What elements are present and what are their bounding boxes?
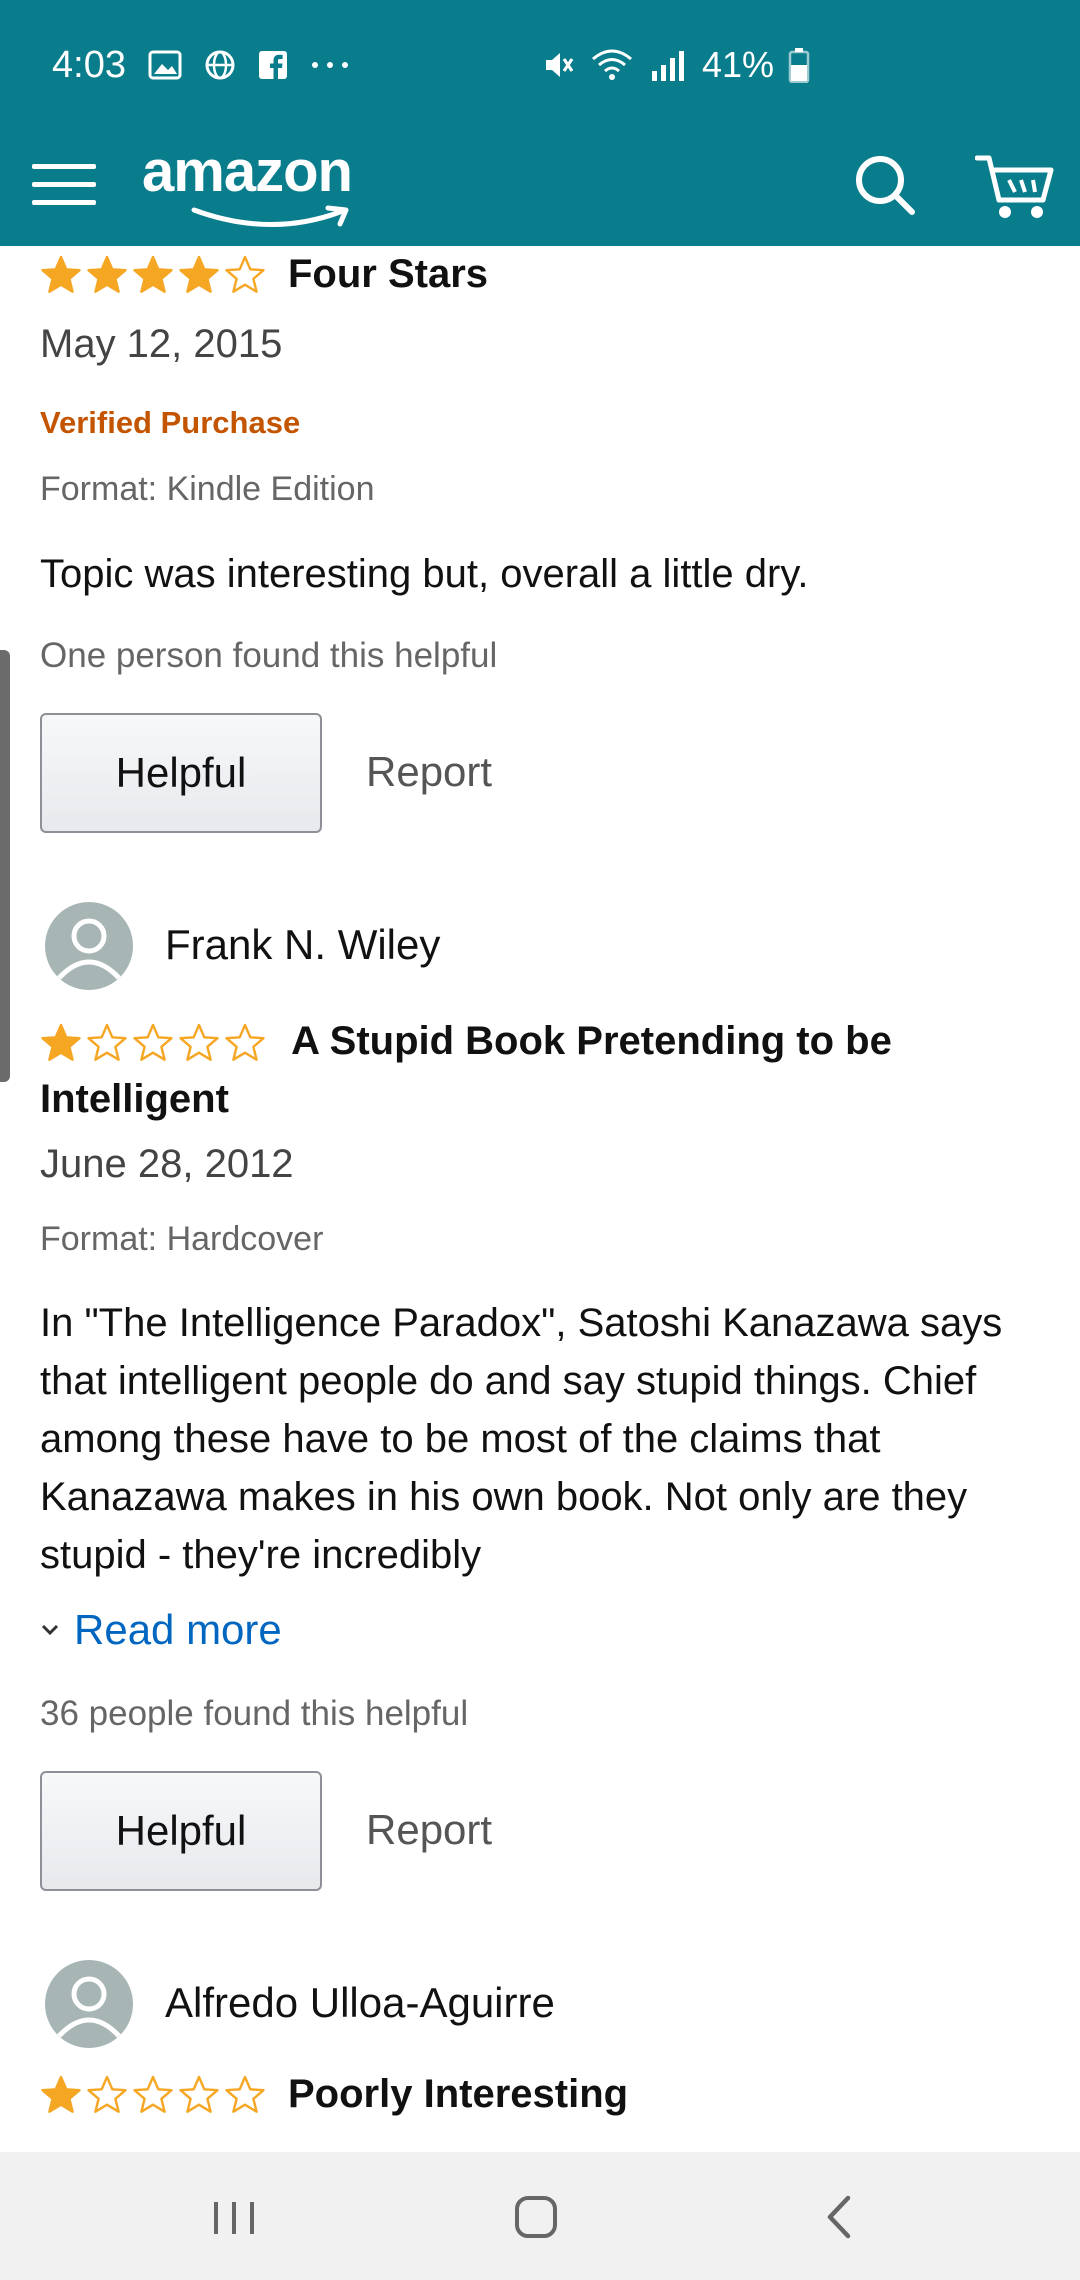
signal-icon (648, 47, 688, 83)
avatar (45, 1960, 133, 2048)
chevron-down-icon (41, 1624, 59, 1636)
star-empty-icon (179, 1024, 219, 1062)
rating-row: Four Stars (40, 252, 1050, 297)
status-right: 41% (540, 44, 810, 86)
review-date: May 12, 2015 (40, 322, 283, 366)
helpful-button[interactable]: Helpful (40, 1771, 322, 1891)
star-filled-icon (41, 2075, 81, 2113)
rating-row: Poorly Interesting (40, 2072, 1050, 2117)
review-format[interactable]: Format: Kindle Edition (40, 470, 375, 509)
review-body: Topic was interesting but, overall a lit… (40, 552, 809, 596)
review-title[interactable]: Poorly Interesting (288, 2072, 628, 2117)
wifi-icon (590, 47, 634, 83)
star-filled-icon (179, 255, 219, 293)
logo-text: amazon (142, 139, 353, 204)
report-link[interactable]: Report (366, 748, 492, 796)
star-empty-icon (225, 2075, 265, 2113)
star-rating[interactable] (40, 254, 266, 296)
review-body: In "The Intelligence Paradox", Satoshi K… (40, 1301, 1003, 1577)
reviewer-name[interactable]: Frank N. Wiley (165, 921, 440, 969)
review-date: June 28, 2012 (40, 1142, 294, 1186)
helpful-count: 36 people found this helpful (40, 1694, 469, 1733)
battery-percent: 41% (702, 44, 775, 85)
globe-icon (204, 49, 236, 81)
app-bar: amazon (0, 130, 1080, 246)
facebook-icon (258, 50, 288, 80)
review-format[interactable]: Format: Hardcover (40, 1220, 323, 1259)
status-left: 4:03 (52, 44, 350, 87)
home-icon[interactable] (496, 2182, 576, 2252)
more-dots-icon (310, 59, 350, 71)
helpful-button[interactable]: Helpful (40, 713, 322, 833)
star-filled-icon (133, 255, 173, 293)
review-card: Poorly Interesting (40, 2072, 1050, 2117)
back-icon[interactable] (800, 2182, 880, 2252)
star-empty-icon (133, 1024, 173, 1062)
mute-icon (540, 47, 576, 83)
image-icon (148, 50, 182, 80)
read-more-label: Read more (74, 1606, 282, 1653)
star-rating[interactable] (40, 2074, 266, 2116)
review-title[interactable]: Four Stars (288, 252, 488, 297)
system-nav-bar (0, 2152, 1080, 2280)
star-rating[interactable] (40, 1022, 266, 1064)
status-time: 4:03 (52, 43, 126, 86)
scroll-handle[interactable] (0, 650, 10, 1082)
star-empty-icon (225, 255, 265, 293)
star-empty-icon (225, 1024, 265, 1062)
report-link[interactable]: Report (366, 1806, 492, 1854)
status-bar: 4:03 41% (0, 0, 1080, 130)
amazon-logo[interactable]: amazon (142, 138, 382, 228)
menu-icon[interactable] (32, 152, 96, 216)
review-card: A Stupid Book Pretending to be Intellige… (40, 1012, 1050, 1128)
review-body-clip: In "The Intelligence Paradox", Satoshi K… (40, 1294, 1050, 1584)
read-more-link[interactable]: Read more (40, 1606, 282, 1654)
star-empty-icon (87, 1024, 127, 1062)
star-empty-icon (179, 2075, 219, 2113)
star-filled-icon (41, 255, 81, 293)
recents-icon[interactable] (194, 2182, 274, 2252)
search-icon[interactable] (850, 150, 920, 220)
smile-arrow-icon (191, 205, 349, 227)
verified-badge: Verified Purchase (40, 405, 301, 440)
battery-icon (788, 47, 810, 83)
star-filled-icon (87, 255, 127, 293)
star-empty-icon (133, 2075, 173, 2113)
cart-icon[interactable] (974, 148, 1055, 224)
reviewer-name[interactable]: Alfredo Ulloa-Aguirre (165, 1979, 555, 2027)
review-card: Four Stars (40, 252, 1050, 297)
star-filled-icon (41, 1024, 81, 1062)
star-empty-icon (87, 2075, 127, 2113)
helpful-count: One person found this helpful (40, 636, 498, 675)
avatar (45, 902, 133, 990)
